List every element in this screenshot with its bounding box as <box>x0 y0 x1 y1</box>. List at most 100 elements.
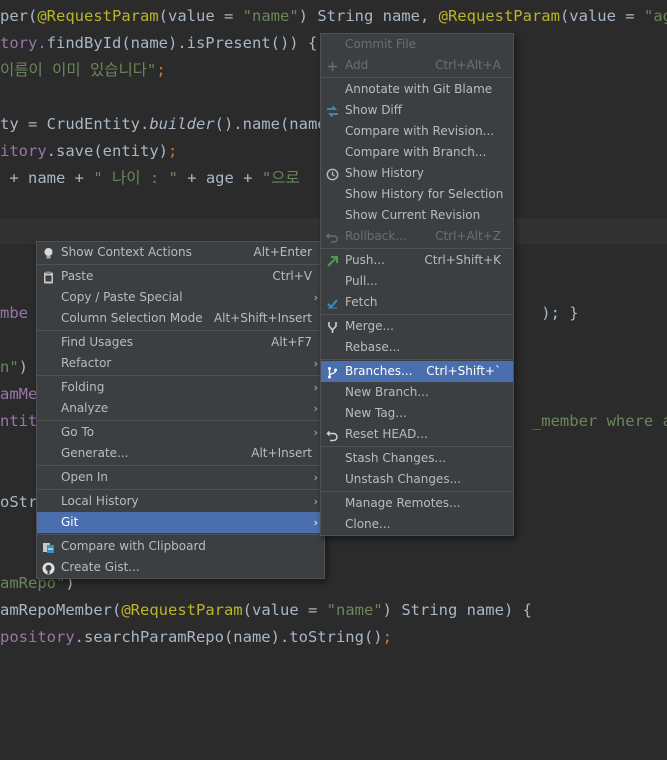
menu-item-new-tag[interactable]: New Tag... <box>321 403 513 424</box>
github-icon <box>42 561 55 575</box>
submenu-arrow-icon: › <box>313 357 318 370</box>
menu-item-label: Push... <box>345 253 385 267</box>
menu-item-label: Go To <box>61 425 95 439</box>
code-token: ty = CrudEntity. <box>0 115 150 133</box>
menu-item-label: Copy / Paste Special <box>61 290 183 304</box>
code-token: _member where age <box>531 412 667 430</box>
compare-clipboard-icon <box>42 540 55 553</box>
menu-item-shortcut: Alt+Shift+Insert <box>213 311 312 325</box>
code-token: per( <box>0 7 38 25</box>
menu-item-commit-file: Commit File <box>321 34 513 55</box>
code-token: @RequestParam <box>37 7 159 25</box>
menu-item-generate[interactable]: Generate... Alt+Insert <box>37 443 324 464</box>
menu-item-create-gist[interactable]: Create Gist... <box>37 557 324 578</box>
code-token: (value = <box>559 7 644 25</box>
submenu-arrow-icon: › <box>313 402 318 415</box>
code-token: n" <box>0 358 19 376</box>
menu-item-show-context-actions[interactable]: Show Context Actions Alt+Enter <box>37 242 324 263</box>
code-token: ); } <box>541 304 579 322</box>
menu-item-fetch[interactable]: Fetch <box>321 292 513 313</box>
menu-item-label: Branches... <box>345 364 413 378</box>
menu-item-label: Annotate with Git Blame <box>345 82 493 96</box>
menu-separator <box>321 248 513 249</box>
menu-item-stash-changes[interactable]: Stash Changes... <box>321 448 513 469</box>
code-token: itory <box>0 142 47 160</box>
menu-item-merge[interactable]: Merge... <box>321 316 513 337</box>
menu-item-folding[interactable]: Folding › <box>37 377 324 398</box>
menu-item-label: Compare with Branch... <box>345 145 487 159</box>
menu-item-label: Rollback... <box>345 229 407 243</box>
menu-item-unstash-changes[interactable]: Unstash Changes... <box>321 469 513 490</box>
code-token: "age" <box>643 7 667 25</box>
code-token: ().name(name) <box>214 115 336 133</box>
menu-item-label: Add <box>345 58 369 72</box>
menu-item-label: Folding <box>61 380 105 394</box>
menu-item-local-history[interactable]: Local History › <box>37 491 324 512</box>
code-line: per(@RequestParam(value = "name") String… <box>0 6 667 26</box>
submenu-arrow-icon: › <box>313 426 318 439</box>
code-token: @RequestParam <box>121 601 243 619</box>
menu-separator <box>37 465 324 466</box>
menu-item-label: Open In <box>61 470 109 484</box>
menu-item-show-current-revision[interactable]: Show Current Revision <box>321 205 513 226</box>
menu-item-label: Manage Remotes... <box>345 496 461 510</box>
reset-icon <box>326 428 339 442</box>
menu-item-refactor[interactable]: Refactor › <box>37 353 324 374</box>
menu-item-git[interactable]: Git › <box>37 512 324 533</box>
code-line: tory.findById(name).isPresent()) { <box>0 33 317 53</box>
menu-separator <box>37 330 324 331</box>
menu-item-label: Show Current Revision <box>345 208 481 222</box>
menu-item-label: Show Diff <box>345 103 403 117</box>
code-token: @RequestParam <box>438 7 560 25</box>
menu-item-compare-with-revision[interactable]: Compare with Revision... <box>321 121 513 142</box>
code-token: findById(name).isPresent()) { <box>46 34 318 52</box>
menu-item-go-to[interactable]: Go To › <box>37 422 324 443</box>
menu-item-label: Fetch <box>345 295 378 309</box>
menu-item-analyze[interactable]: Analyze › <box>37 398 324 419</box>
code-token: (value = <box>158 7 243 25</box>
menu-item-show-history-for-selection[interactable]: Show History for Selection <box>321 184 513 205</box>
menu-item-new-branch[interactable]: New Branch... <box>321 382 513 403</box>
menu-item-compare-with-clipboard[interactable]: Compare with Clipboard <box>37 536 324 557</box>
menu-item-column-selection-mode[interactable]: Column Selection Mode Alt+Shift+Insert <box>37 308 324 329</box>
submenu-arrow-icon: › <box>313 291 318 304</box>
menu-item-branches[interactable]: Branches... Ctrl+Shift+` <box>321 361 513 382</box>
menu-item-show-history[interactable]: Show History <box>321 163 513 184</box>
menu-item-clone[interactable]: Clone... <box>321 514 513 535</box>
menu-separator <box>321 77 513 78</box>
menu-item-label: Analyze <box>61 401 109 415</box>
menu-item-annotate-with-git-blame[interactable]: Annotate with Git Blame <box>321 79 513 100</box>
code-token: "name" <box>242 7 299 25</box>
code-line: amRepoMember(@RequestParam(value = "name… <box>0 600 532 620</box>
code-token: ; <box>168 142 178 160</box>
menu-item-open-in[interactable]: Open In › <box>37 467 324 488</box>
menu-item-pull[interactable]: Pull... <box>321 271 513 292</box>
code-line: n") <box>0 357 28 377</box>
code-token: tory. <box>0 34 47 52</box>
menu-item-push[interactable]: Push... Ctrl+Shift+K <box>321 250 513 271</box>
menu-item-shortcut: Ctrl+Shift+` <box>426 364 501 378</box>
menu-item-find-usages[interactable]: Find Usages Alt+F7 <box>37 332 324 353</box>
menu-item-label: Compare with Clipboard <box>61 539 206 553</box>
code-token: amRepoMember( <box>0 601 122 619</box>
code-token: mbe <box>0 304 28 322</box>
menu-item-compare-with-branch[interactable]: Compare with Branch... <box>321 142 513 163</box>
menu-item-shortcut: Ctrl+Alt+Z <box>435 229 501 243</box>
menu-item-label: Column Selection Mode <box>61 311 203 325</box>
menu-item-manage-remotes[interactable]: Manage Remotes... <box>321 493 513 514</box>
menu-item-paste[interactable]: Paste Ctrl+V <box>37 266 324 287</box>
menu-item-label: Reset HEAD... <box>345 427 428 441</box>
menu-item-show-diff[interactable]: Show Diff <box>321 100 513 121</box>
diff-arrows-icon <box>326 104 339 118</box>
menu-item-rebase[interactable]: Rebase... <box>321 337 513 358</box>
menu-item-copy-paste-special[interactable]: Copy / Paste Special › <box>37 287 324 308</box>
menu-item-label: Rebase... <box>345 340 401 354</box>
menu-item-label: Generate... <box>61 446 129 460</box>
branch-icon <box>326 365 339 379</box>
menu-item-rollback: Rollback... Ctrl+Alt+Z <box>321 226 513 247</box>
menu-item-label: Local History <box>61 494 139 508</box>
menu-item-label: Refactor <box>61 356 112 370</box>
code-line: pository.searchParamRepo(name).toString(… <box>0 627 392 647</box>
menu-item-reset-head[interactable]: Reset HEAD... <box>321 424 513 445</box>
code-token: 이름이 이미 있습니다" <box>0 61 157 79</box>
